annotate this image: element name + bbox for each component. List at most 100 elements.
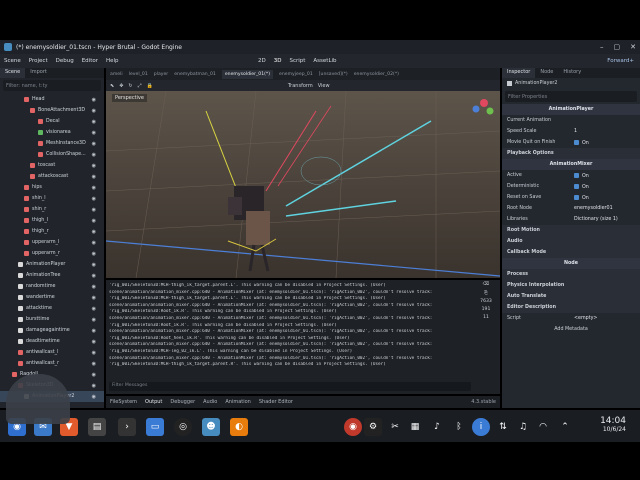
inspector-group[interactable]: Playback Options: [502, 148, 640, 159]
inspector-value[interactable]: On: [574, 139, 589, 146]
checkbox-icon[interactable]: [574, 172, 579, 178]
tab-history[interactable]: History: [558, 68, 586, 78]
visibility-eye-icon[interactable]: ◉: [92, 240, 96, 246]
inspector-section[interactable]: AnimationMixer: [502, 159, 640, 170]
inspector-group[interactable]: Root Motion: [502, 225, 640, 236]
wifi-icon[interactable]: ◠: [534, 418, 552, 436]
visibility-eye-icon[interactable]: ◉: [92, 185, 96, 191]
visibility-eye-icon[interactable]: ◉: [92, 218, 96, 224]
filter-messages-input[interactable]: Filter Messages: [109, 382, 471, 391]
inspector-group[interactable]: Physics Interpolation: [502, 280, 640, 291]
visibility-eye-icon[interactable]: ◉: [92, 284, 96, 290]
visibility-eye-icon[interactable]: ◉: [92, 262, 96, 268]
visibility-eye-icon[interactable]: ◉: [92, 339, 96, 345]
scene-tree-node[interactable]: antiwallcast_r ◉: [0, 358, 104, 369]
volume-icon[interactable]: ♫: [514, 418, 532, 436]
visibility-eye-icon[interactable]: ◉: [92, 130, 96, 136]
workspace-2d[interactable]: 2D: [258, 58, 266, 64]
inspector-value[interactable]: On: [574, 194, 589, 201]
update-icon[interactable]: i: [472, 418, 490, 436]
inspector-property[interactable]: Root Node enemysoldier01: [502, 203, 640, 214]
tab-node[interactable]: Node: [535, 68, 558, 78]
obs-icon[interactable]: ◎: [174, 418, 192, 436]
visibility-eye-icon[interactable]: ◉: [92, 317, 96, 323]
scene-tree-node[interactable]: wandertime ◉: [0, 292, 104, 303]
tab-debugger[interactable]: Debugger: [170, 399, 195, 405]
inspector-group[interactable]: Process: [502, 269, 640, 280]
visibility-eye-icon[interactable]: ◉: [92, 207, 96, 213]
network-icon[interactable]: ⇅: [494, 418, 512, 436]
visibility-eye-icon[interactable]: ◉: [92, 108, 96, 114]
visibility-eye-icon[interactable]: ◉: [92, 141, 96, 147]
inspector-group[interactable]: Callback Mode: [502, 247, 640, 258]
renderer-select[interactable]: Forward+: [607, 58, 634, 64]
inspector-value[interactable]: 1: [574, 129, 577, 134]
scene-tree-node[interactable]: hips ◉: [0, 182, 104, 193]
menu-scene[interactable]: Scene: [4, 58, 21, 64]
add-metadata-button[interactable]: Add Metadata: [502, 324, 640, 335]
inspector-property[interactable]: Movie Quit on Finish On: [502, 137, 640, 148]
tab-scene[interactable]: Scene: [0, 68, 26, 78]
scene-tree-node[interactable]: Head ◉: [0, 94, 104, 105]
visibility-eye-icon[interactable]: ◉: [92, 328, 96, 334]
scene-tab[interactable]: enemybatman_01: [174, 72, 216, 77]
visibility-eye-icon[interactable]: ◉: [92, 119, 96, 125]
transform-menu[interactable]: Transform: [288, 83, 313, 89]
tab-filesystem[interactable]: FileSystem: [110, 399, 137, 405]
steam-icon[interactable]: ⚙: [364, 418, 382, 436]
clock[interactable]: 14:04 10/6/24: [600, 416, 626, 433]
inspector-property[interactable]: Script <empty>: [502, 313, 640, 324]
visibility-eye-icon[interactable]: ◉: [92, 273, 96, 279]
visibility-eye-icon[interactable]: ◉: [92, 361, 96, 367]
message-count[interactable]: 11: [483, 315, 489, 320]
scene-tree-node[interactable]: bursttime ◉: [0, 314, 104, 325]
scene-tab[interactable]: enemyjeep_01: [279, 72, 313, 77]
inspector-property[interactable]: Current Animation: [502, 115, 640, 126]
blender-icon[interactable]: ◐: [230, 418, 248, 436]
visibility-eye-icon[interactable]: ◉: [92, 350, 96, 356]
scene-tree-node[interactable]: BoneAttachment3D ◉: [0, 105, 104, 116]
inspector-value[interactable]: Dictionary (size 1): [574, 217, 618, 222]
inspector-property[interactable]: Speed Scale 1: [502, 126, 640, 137]
property-filter-input[interactable]: Filter Properties: [505, 91, 637, 102]
inspector-value[interactable]: On: [574, 183, 589, 190]
3d-viewport[interactable]: Perspective: [106, 91, 500, 278]
clipboard-icon[interactable]: ▦: [406, 418, 424, 436]
audio-icon[interactable]: ♪: [428, 418, 446, 436]
move-tool-icon[interactable]: ✥: [119, 83, 123, 89]
scene-tree-node[interactable]: upperarm_r ◉: [0, 248, 104, 259]
scene-tree-node[interactable]: shin_l ◉: [0, 193, 104, 204]
inspector-section[interactable]: Node: [502, 258, 640, 269]
minimize-button[interactable]: –: [600, 43, 604, 51]
tab-inspector[interactable]: Inspector: [502, 68, 536, 78]
rotate-tool-icon[interactable]: ↻: [128, 83, 132, 89]
menu-help[interactable]: Help: [106, 58, 119, 64]
error-count[interactable]: 191: [482, 307, 491, 312]
scale-tool-icon[interactable]: ⤢: [138, 83, 142, 89]
inspector-value[interactable]: <empty>: [574, 316, 597, 321]
scene-tree-node[interactable]: CollisionShape... ◉: [0, 149, 104, 160]
checkbox-icon[interactable]: [574, 183, 579, 189]
visibility-eye-icon[interactable]: ◉: [92, 372, 96, 378]
maximize-button[interactable]: ▢: [614, 43, 621, 51]
scene-tab[interactable]: [unsaved](*): [319, 72, 348, 77]
tab-output[interactable]: Output: [145, 399, 162, 405]
checkbox-icon[interactable]: [574, 139, 579, 145]
arrow-app-icon[interactable]: ›: [118, 418, 136, 436]
file-manager-icon[interactable]: ▭: [146, 418, 164, 436]
inspector-group[interactable]: Audio: [502, 236, 640, 247]
copy-output-icon[interactable]: ⎘: [484, 290, 488, 296]
scene-tree-node[interactable]: randomtime ◉: [0, 281, 104, 292]
checkbox-icon[interactable]: [574, 194, 579, 200]
scene-tab[interactable]: level_01: [129, 72, 148, 77]
perspective-menu[interactable]: Perspective: [112, 94, 147, 102]
inspector-property[interactable]: Active On: [502, 170, 640, 181]
visibility-eye-icon[interactable]: ◉: [92, 174, 96, 180]
scene-tree-node[interactable]: AnimationTree ◉: [0, 270, 104, 281]
inspector-property[interactable]: Deterministic On: [502, 181, 640, 192]
bluetooth-icon[interactable]: ᛒ: [450, 418, 468, 436]
scene-tree-node[interactable]: deadtimetime ◉: [0, 336, 104, 347]
lock-icon[interactable]: 🔒: [147, 83, 153, 89]
visibility-eye-icon[interactable]: ◉: [92, 394, 96, 400]
visibility-eye-icon[interactable]: ◉: [92, 163, 96, 169]
